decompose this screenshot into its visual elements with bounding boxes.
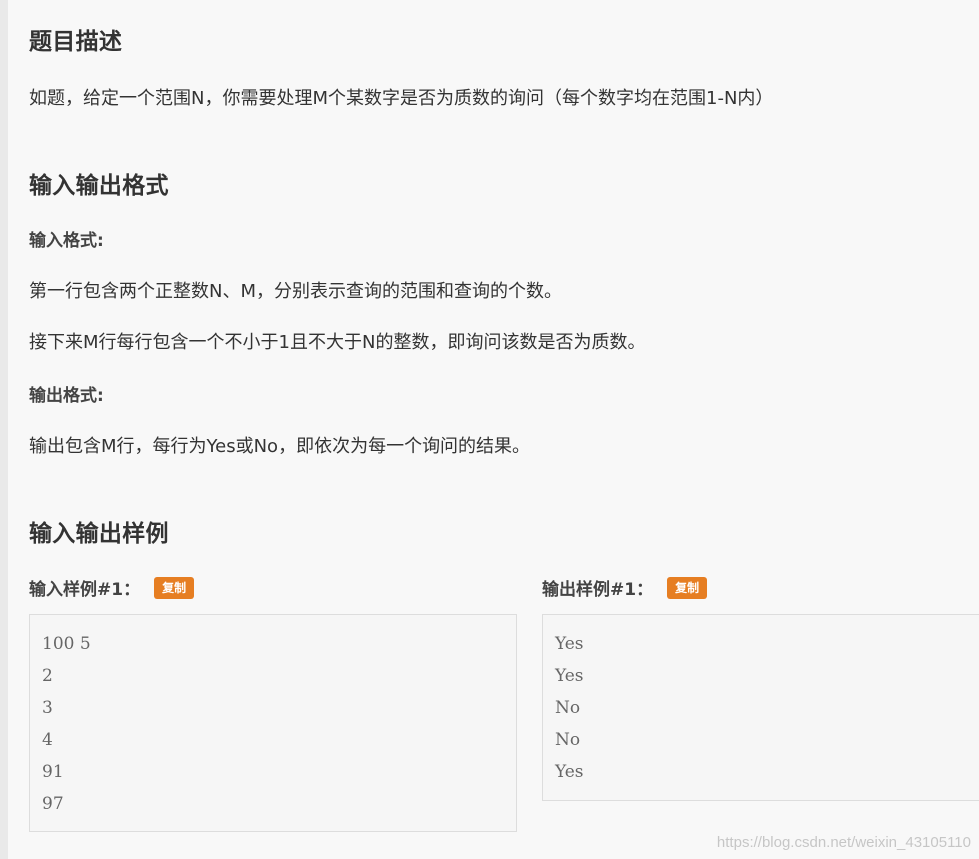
sample-output-line: No [555, 730, 581, 750]
sample-input-line: 2 [42, 666, 53, 686]
input-format-line-1: 第一行包含两个正整数N、M，分别表示查询的范围和查询的个数。 [29, 281, 562, 302]
sample-input-header: 输入样例#1： 复制 [29, 575, 195, 600]
sample-output-line: Yes [555, 762, 584, 782]
description-text: 如题，给定一个范围N，你需要处理M个某数字是否为质数的询问（每个数字均在范围1-… [29, 88, 774, 109]
sample-output-line: Yes [555, 634, 584, 654]
sample-input-line: 100 5 [42, 634, 91, 654]
copy-output-button[interactable]: 复制 [667, 576, 708, 599]
copy-input-button[interactable]: 复制 [154, 576, 195, 599]
sample-input-line: 4 [42, 730, 53, 750]
sample-input-box[interactable]: 100 5 2 3 4 91 97 [29, 614, 517, 832]
sample-output-line: Yes [555, 666, 584, 686]
sample-output-line: No [555, 698, 581, 718]
input-format-label: 输入格式: [29, 231, 104, 251]
description-title: 题目描述 [29, 29, 123, 55]
sample-output-label: 输出样例#1： [542, 580, 654, 600]
left-rail [0, 0, 8, 859]
input-format-line-2: 接下来M行每行包含一个不小于1且不大于N的整数，即询问该数是否为质数。 [29, 332, 646, 353]
sample-input-label: 输入样例#1： [29, 580, 141, 600]
output-format-label: 输出格式: [29, 386, 104, 406]
sample-input-line: 97 [42, 794, 64, 814]
samples-title: 输入输出样例 [29, 521, 169, 547]
output-format-line-1: 输出包含M行，每行为Yes或No，即依次为每一个询问的结果。 [29, 436, 531, 457]
csdn-watermark: https://blog.csdn.net/weixin_43105110 [716, 834, 971, 851]
sample-output-header: 输出样例#1： 复制 [542, 575, 708, 600]
io-format-title: 输入输出格式 [29, 173, 169, 199]
sample-output-box[interactable]: Yes Yes No No Yes [542, 614, 979, 801]
sample-input-line: 91 [42, 762, 64, 782]
sample-input-line: 3 [42, 698, 53, 718]
